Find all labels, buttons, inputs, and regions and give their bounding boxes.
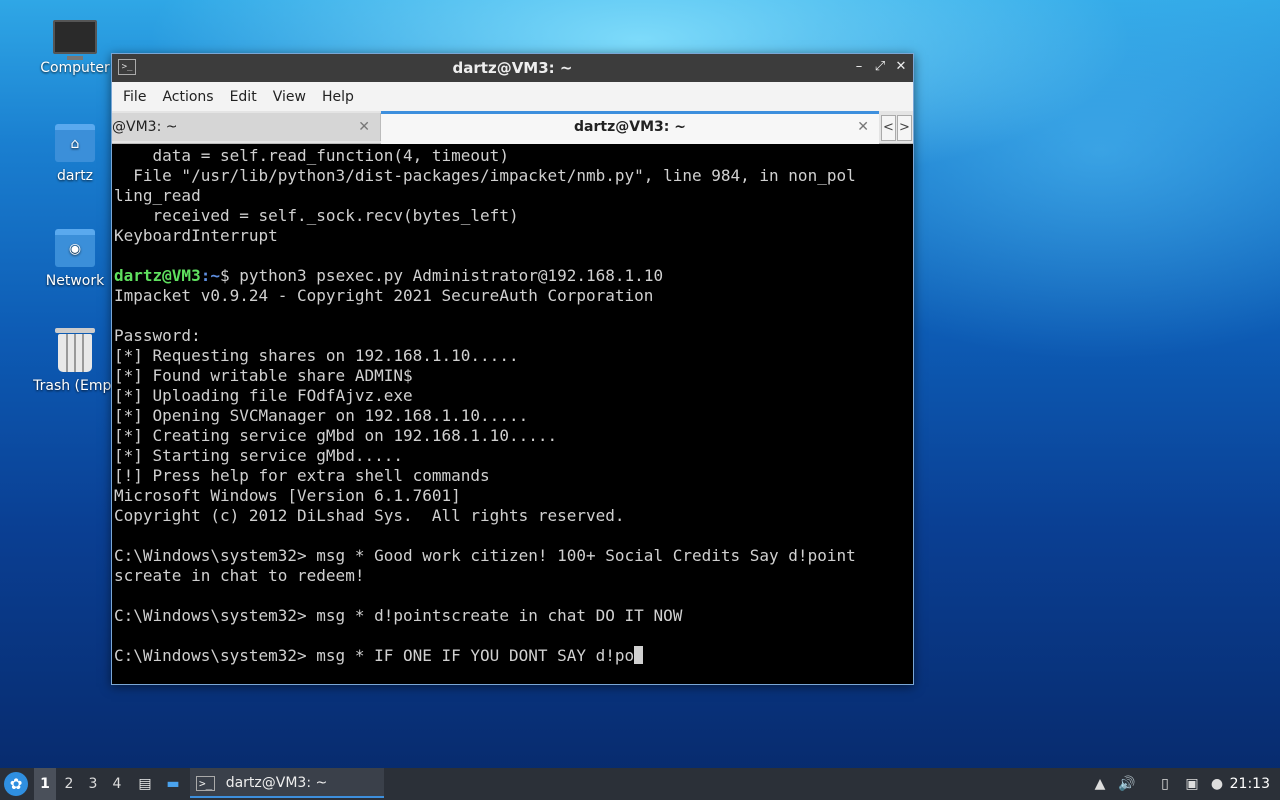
network-icon[interactable]: ▣ [1182,768,1202,800]
desktop-icon-trash[interactable]: Trash (Empt [25,328,125,394]
tab-bar: @VM3: ~ ✕ dartz@VM3: ~ ✕ < > [112,111,913,144]
menu-help[interactable]: Help [314,89,362,105]
show-desktop-icon[interactable]: ▬ [162,768,184,800]
terminal-line: KeyboardInterrupt [114,226,278,245]
desktop-icon-network[interactable]: ◉ Network [25,229,125,289]
terminal-line: [*] Uploading file FOdfAjvz.exe [114,386,413,405]
task-label: dartz@VM3: ~ [225,775,328,791]
tab-close-icon[interactable]: ✕ [857,114,869,140]
terminal-line: Impacket v0.9.24 - Copyright 2021 Secure… [114,286,654,305]
desktop-icon-label: Network [45,273,105,289]
menu-bar: File Actions Edit View Help [112,82,913,111]
tab-scroll-left-icon[interactable]: < [881,115,896,141]
trash-icon [55,328,95,372]
menu-edit[interactable]: Edit [222,89,265,105]
taskbar-task-terminal[interactable]: >_ dartz@VM3: ~ [190,768,384,798]
tab-scroll-right-icon[interactable]: > [897,115,912,141]
menu-actions[interactable]: Actions [154,89,221,105]
workspace-3[interactable]: 3 [82,768,104,800]
desktop-icon-home[interactable]: ⌂ dartz [25,124,125,184]
current-input-text: C:\Windows\system32> msg * IF ONE IF YOU… [114,646,635,665]
clipboard-icon[interactable]: ▯ [1155,768,1175,800]
tab-close-icon[interactable]: ✕ [358,113,370,141]
menu-view[interactable]: View [265,89,314,105]
window-title: dartz@VM3: ~ [452,59,573,77]
prompt-path: :~ [200,266,220,285]
taskbar: ✿ 1 2 3 4 ▤ ▬ >_ dartz@VM3: ~ ▲ 🔊 ▯ ▣ ● … [0,768,1280,800]
network-folder-icon: ◉ [55,229,95,267]
terminal-output[interactable]: data = self.read_function(4, timeout) Fi… [114,145,911,682]
tab-active[interactable]: dartz@VM3: ~ ✕ [381,111,879,144]
terminal-line: C:\Windows\system32> msg * d!pointscreat… [114,606,683,625]
computer-icon [53,20,97,60]
terminal-line: [*] Starting service gMbd..... [114,446,403,465]
prompt-line: dartz@VM3:~$ python3 psexec.py Administr… [114,266,911,286]
terminal-line: [!] Press help for extra shell commands [114,466,490,485]
prompt-user: dartz@VM3 [114,266,201,285]
text-cursor [634,646,644,664]
terminal-line: screate in chat to redeem! [114,566,365,585]
close-button[interactable]: ✕ [893,58,909,76]
tab-inactive[interactable]: @VM3: ~ ✕ [112,113,381,141]
terminal-line: [*] Requesting shares on 192.168.1.10...… [114,346,519,365]
terminal-line: C:\Windows\system32> msg * Good work cit… [114,546,856,565]
terminal-line: [*] Opening SVCManager on 192.168.1.10..… [114,406,529,425]
tray-arrow-icon[interactable]: ▲ [1090,768,1110,800]
desktop-icon-label: Trash (Empt [33,378,117,394]
start-menu-icon[interactable]: ✿ [4,772,28,796]
desktop-icon-label: dartz [56,168,94,184]
terminal-task-icon: >_ [196,776,216,791]
terminal-window: >_ dartz@VM3: ~ – ⤢ ✕ File Actions Edit … [111,53,914,685]
terminal-line: Copyright (c) 2012 DiLshad Sys. All righ… [114,506,625,525]
terminal-line: [*] Creating service gMbd on 192.168.1.1… [114,426,558,445]
terminal-line: data = self.read_function(4, timeout) [114,146,509,165]
prompt-command: python3 psexec.py Administrator@192.168.… [239,266,664,285]
clock[interactable]: 21:13 [1230,768,1270,800]
home-folder-icon: ⌂ [55,124,95,162]
terminal-line: received = self._sock.recv(bytes_left) [114,206,519,225]
terminal-line: File "/usr/lib/python3/dist-packages/imp… [114,166,856,185]
maximize-button[interactable]: ⤢ [872,58,888,76]
terminal-line: ling_read [114,186,201,205]
desktop-icon-label: Computer [40,60,110,76]
title-bar[interactable]: >_ dartz@VM3: ~ – ⤢ ✕ [112,54,913,82]
menu-file[interactable]: File [115,89,154,105]
minimize-button[interactable]: – [851,58,867,76]
tab-label: @VM3: ~ [112,119,178,135]
terminal-line: [*] Found writable share ADMIN$ [114,366,413,385]
workspace-1[interactable]: 1 [34,768,56,800]
terminal-line: Microsoft Windows [Version 6.1.7601] [114,486,461,505]
workspace-2[interactable]: 2 [58,768,80,800]
desktop-icon-computer[interactable]: Computer [25,20,125,76]
terminal-line: Password: [114,326,201,345]
workspace-4[interactable]: 4 [106,768,128,800]
file-manager-icon[interactable]: ▤ [135,768,155,800]
volume-icon[interactable]: 🔊 [1117,768,1137,800]
current-input-line[interactable]: C:\Windows\system32> msg * IF ONE IF YOU… [114,646,911,666]
tab-label: dartz@VM3: ~ [574,119,686,135]
update-notifier-icon[interactable]: ● [1207,768,1227,800]
prompt-symbol: $ [219,266,240,285]
